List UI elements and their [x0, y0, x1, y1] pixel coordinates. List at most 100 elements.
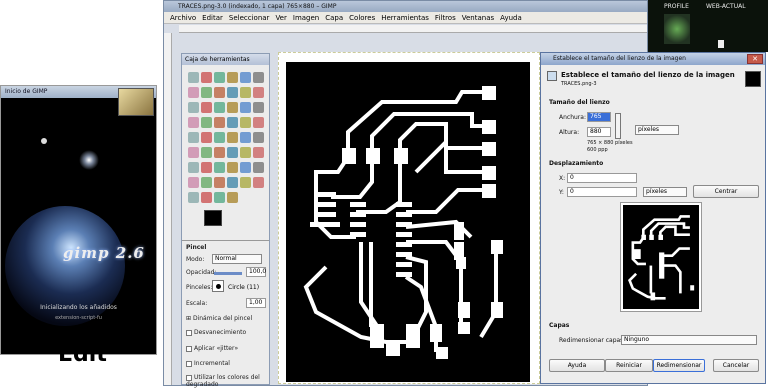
units-select[interactable]: píxeles — [635, 125, 679, 135]
tool-icon[interactable] — [227, 102, 238, 113]
tool-icon[interactable] — [240, 147, 251, 158]
profile-link[interactable]: PROFILE — [664, 3, 689, 10]
menu-item[interactable]: Ayuda — [500, 14, 522, 22]
tool-icon[interactable] — [253, 147, 264, 158]
tool-icon[interactable] — [240, 132, 251, 143]
tool-icon[interactable] — [253, 72, 264, 83]
tool-icon[interactable] — [253, 87, 264, 98]
menu-item[interactable]: Colores — [349, 14, 375, 22]
tool-icon[interactable] — [201, 162, 212, 173]
height-input[interactable]: 880 — [587, 127, 611, 137]
menu-item[interactable]: Ver — [275, 14, 286, 22]
tool-icon[interactable] — [201, 132, 212, 143]
opt-incremental-label: Incremental — [194, 360, 230, 367]
checkbox-icon[interactable] — [186, 345, 192, 352]
tool-icon[interactable] — [201, 72, 212, 83]
tool-icon[interactable] — [188, 162, 199, 173]
tool-icon[interactable] — [188, 72, 199, 83]
tool-icon[interactable] — [214, 117, 225, 128]
menu-item[interactable]: Capa — [325, 14, 343, 22]
tool-icon[interactable] — [201, 117, 212, 128]
tool-icon[interactable] — [201, 147, 212, 158]
opt-fade[interactable]: Desvanecimiento — [186, 329, 246, 336]
pcb-traces-image[interactable] — [286, 62, 530, 382]
checkbox-icon[interactable] — [186, 374, 192, 381]
web-link[interactable]: WEB-ACTUAL — [706, 3, 746, 10]
tool-icon[interactable] — [240, 177, 251, 188]
tool-icon[interactable] — [201, 177, 212, 188]
tool-icon[interactable] — [214, 177, 225, 188]
tool-icon[interactable] — [214, 72, 225, 83]
resize-layers-select[interactable]: Ninguno — [621, 335, 757, 345]
tool-icon[interactable] — [201, 192, 212, 203]
tool-icon[interactable] — [227, 147, 238, 158]
help-button[interactable]: Ayuda — [549, 359, 605, 372]
cancel-button[interactable]: Cancelar — [713, 359, 759, 372]
tool-icon[interactable] — [214, 102, 225, 113]
tool-icon[interactable] — [188, 147, 199, 158]
tool-icon[interactable] — [214, 87, 225, 98]
tool-icon[interactable] — [188, 132, 199, 143]
tool-icon[interactable] — [240, 102, 251, 113]
tool-icon[interactable] — [188, 192, 199, 203]
chain-link-icon[interactable] — [615, 113, 621, 139]
tool-icon[interactable] — [240, 87, 251, 98]
tool-icon[interactable] — [253, 162, 264, 173]
tool-icon[interactable] — [214, 132, 225, 143]
x-offset-input[interactable]: 0 — [567, 173, 637, 183]
menu-item[interactable]: Filtros — [435, 14, 456, 22]
tool-icon[interactable] — [227, 132, 238, 143]
tool-icon[interactable] — [227, 162, 238, 173]
tool-icon[interactable] — [201, 102, 212, 113]
resize-button[interactable]: Redimensionar — [653, 359, 705, 372]
tool-icon[interactable] — [201, 87, 212, 98]
layers-section-title: Capas — [549, 322, 570, 329]
tool-icon[interactable] — [188, 117, 199, 128]
checkbox-icon[interactable] — [186, 360, 192, 367]
brush-dot-icon — [216, 284, 221, 289]
resolution-info: 600 ppp — [587, 147, 608, 153]
tool-icon[interactable] — [188, 102, 199, 113]
y-offset-input[interactable]: 0 — [567, 187, 637, 197]
scale-input[interactable]: 1,00 — [246, 298, 266, 308]
tool-icon[interactable] — [253, 102, 264, 113]
tool-icon[interactable] — [240, 72, 251, 83]
tool-icon[interactable] — [214, 147, 225, 158]
menu-item[interactable]: Editar — [202, 14, 223, 22]
tool-icon[interactable] — [227, 72, 238, 83]
tool-icon[interactable] — [227, 192, 238, 203]
brush-preview[interactable] — [212, 280, 224, 292]
foreground-color-swatch[interactable] — [204, 210, 222, 226]
opacity-slider[interactable] — [214, 272, 242, 275]
tool-icon[interactable] — [240, 162, 251, 173]
tool-icon[interactable] — [227, 177, 238, 188]
checkbox-icon[interactable] — [186, 329, 192, 336]
tool-icon[interactable] — [253, 117, 264, 128]
width-input[interactable]: 765 — [587, 112, 611, 122]
menu-item[interactable]: Seleccionar — [229, 14, 270, 22]
tool-icon[interactable] — [214, 192, 225, 203]
mode-select[interactable]: Normal — [212, 254, 262, 264]
opt-incremental[interactable]: Incremental — [186, 360, 230, 367]
offset-preview[interactable] — [620, 202, 702, 312]
tool-icon[interactable] — [253, 132, 264, 143]
opt-dynamics[interactable]: ⊞ Dinámica del pincel — [186, 315, 252, 322]
center-button[interactable]: Centrar — [693, 185, 759, 198]
tool-icon[interactable] — [227, 87, 238, 98]
close-icon[interactable]: ✕ — [747, 54, 763, 64]
menu-item[interactable]: Archivo — [170, 14, 196, 22]
menu-item[interactable]: Imagen — [293, 14, 319, 22]
tool-icon[interactable] — [240, 117, 251, 128]
reset-button[interactable]: Reiniciar — [605, 359, 653, 372]
offset-units-select[interactable]: píxeles — [643, 187, 687, 197]
tool-icon[interactable] — [253, 177, 264, 188]
tool-icon[interactable] — [188, 87, 199, 98]
background-webpage: PROFILE WEB-ACTUAL — [648, 0, 768, 52]
tool-icon[interactable] — [227, 117, 238, 128]
menu-item[interactable]: Herramientas — [381, 14, 429, 22]
tool-icon[interactable] — [188, 177, 199, 188]
opt-jitter[interactable]: Aplicar «jitter» — [186, 345, 238, 352]
opacity-input[interactable]: 100,0 — [246, 267, 266, 277]
tool-icon[interactable] — [214, 162, 225, 173]
menu-item[interactable]: Ventanas — [462, 14, 494, 22]
